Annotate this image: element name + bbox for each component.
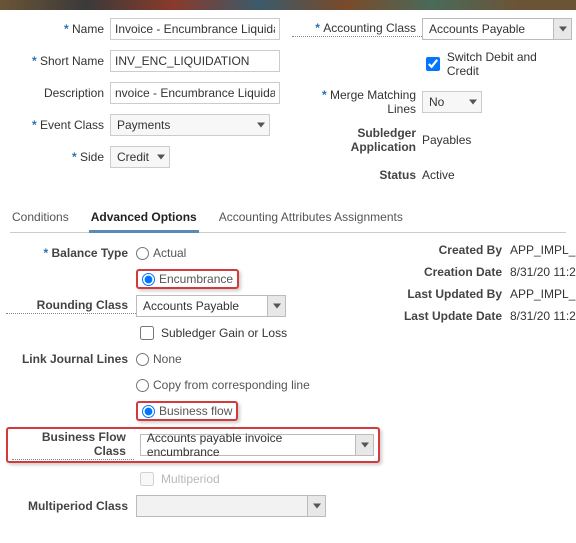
rounding-class-combo[interactable]: Accounts Payable (136, 295, 286, 317)
description-label: Description (10, 86, 110, 100)
switch-debit-credit-checkbox[interactable]: Switch Debit and Credit (422, 50, 572, 78)
merge-matching-label: Merge Matching Lines (292, 88, 422, 116)
header-right-col: Accounting Class Accounts Payable Switch… (292, 18, 572, 196)
balance-type-actual-text: Actual (153, 246, 186, 260)
link-journal-label: Link Journal Lines (6, 352, 136, 366)
advanced-options-panel: Balance Type Actual Encumbrance Rounding… (0, 233, 576, 529)
side-label: Side (10, 150, 110, 164)
balance-type-actual-radio[interactable]: Actual (136, 246, 186, 260)
subledger-app-value: Payables (422, 133, 471, 147)
chevron-down-icon (257, 123, 265, 128)
merge-matching-value: No (429, 95, 444, 109)
tab-strip: Conditions Advanced Options Accounting A… (10, 204, 566, 233)
multiperiod-label: Multiperiod (161, 472, 220, 486)
bflow-class-label: Business Flow Class (12, 430, 134, 460)
link-journal-bflow-text: Business flow (159, 404, 232, 418)
short-name-label: Short Name (10, 54, 110, 68)
last-update-date-label: Last Update Date (390, 309, 510, 323)
short-name-input[interactable] (110, 50, 280, 72)
multiperiod-input (140, 472, 154, 486)
chevron-down-icon (313, 504, 321, 509)
link-journal-none-input[interactable] (136, 353, 149, 366)
multiperiod-class-combo (136, 495, 326, 517)
event-class-label: Event Class (10, 118, 110, 132)
side-value: Credit (117, 150, 149, 164)
name-input[interactable] (110, 18, 280, 40)
header-left-col: Name Short Name Description Event Class … (10, 18, 280, 196)
chevron-down-icon (469, 100, 477, 105)
link-journal-bflow-radio[interactable]: Business flow (142, 404, 232, 418)
last-updated-by-label: Last Updated By (390, 287, 510, 301)
highlight-business-flow: Business flow (136, 401, 238, 421)
created-by-value: APP_IMPL_CONSULTANT (510, 243, 576, 257)
chevron-down-icon (273, 304, 281, 309)
accounting-class-value: Accounts Payable (429, 22, 525, 36)
link-journal-bflow-input[interactable] (142, 405, 155, 418)
subledger-app-label: Subledger Application (292, 126, 422, 154)
highlight-encumbrance: Encumbrance (136, 269, 239, 289)
link-journal-copy-text: Copy from corresponding line (153, 378, 310, 392)
accounting-class-combo[interactable]: Accounts Payable (422, 18, 572, 40)
created-by-label: Created By (390, 243, 510, 257)
last-updated-by-value: APP_IMPL_CONSULTANT (510, 287, 576, 301)
multiperiod-checkbox: Multiperiod (136, 469, 220, 489)
event-class-value: Payments (117, 118, 170, 132)
adv-right-col: Created By APP_IMPL_CONSULTANT Creation … (390, 243, 576, 523)
balance-type-actual-input[interactable] (136, 247, 149, 260)
tab-accounting-attributes[interactable]: Accounting Attributes Assignments (217, 204, 405, 232)
link-journal-none-text: None (153, 352, 182, 366)
link-journal-none-radio[interactable]: None (136, 352, 182, 366)
header-form: Name Short Name Description Event Class … (0, 10, 576, 200)
description-input[interactable] (110, 82, 280, 104)
switch-debit-credit-label: Switch Debit and Credit (447, 50, 572, 78)
adv-left-col: Balance Type Actual Encumbrance Rounding… (6, 243, 380, 523)
event-class-select[interactable]: Payments (110, 114, 270, 136)
subledger-gain-checkbox[interactable]: Subledger Gain or Loss (136, 323, 287, 343)
status-value: Active (422, 168, 455, 182)
balance-type-encumbrance-text: Encumbrance (159, 272, 233, 286)
link-journal-copy-input[interactable] (136, 379, 149, 392)
last-update-date-value: 8/31/20 11:23 AM (510, 309, 576, 323)
bflow-class-combo[interactable]: Accounts payable invoice encumbrance (140, 434, 374, 456)
highlight-bflow-class-row: Business Flow Class Accounts payable inv… (6, 427, 380, 463)
chevron-down-icon (559, 27, 567, 32)
tab-advanced-options[interactable]: Advanced Options (89, 204, 199, 233)
decorative-top-strip (0, 0, 576, 10)
balance-type-encumbrance-input[interactable] (142, 273, 155, 286)
balance-type-label: Balance Type (6, 246, 136, 260)
accounting-class-label: Accounting Class (292, 21, 422, 37)
tab-conditions[interactable]: Conditions (10, 204, 71, 232)
rounding-class-value: Accounts Payable (143, 299, 239, 313)
bflow-class-value: Accounts payable invoice encumbrance (147, 431, 351, 459)
creation-date-label: Creation Date (390, 265, 510, 279)
chevron-down-icon (361, 443, 369, 448)
side-select[interactable]: Credit (110, 146, 170, 168)
rounding-class-label: Rounding Class (6, 298, 136, 314)
name-label: Name (10, 22, 110, 36)
link-journal-copy-radio[interactable]: Copy from corresponding line (136, 378, 310, 392)
subledger-gain-label: Subledger Gain or Loss (161, 326, 287, 340)
chevron-down-icon (157, 155, 165, 160)
creation-date-value: 8/31/20 11:23 AM (510, 265, 576, 279)
balance-type-encumbrance-radio[interactable]: Encumbrance (142, 272, 233, 286)
status-label: Status (292, 168, 422, 182)
multiperiod-class-label: Multiperiod Class (6, 499, 136, 513)
subledger-gain-input[interactable] (140, 326, 154, 340)
merge-matching-select[interactable]: No (422, 91, 482, 113)
switch-debit-credit-input[interactable] (426, 57, 440, 71)
